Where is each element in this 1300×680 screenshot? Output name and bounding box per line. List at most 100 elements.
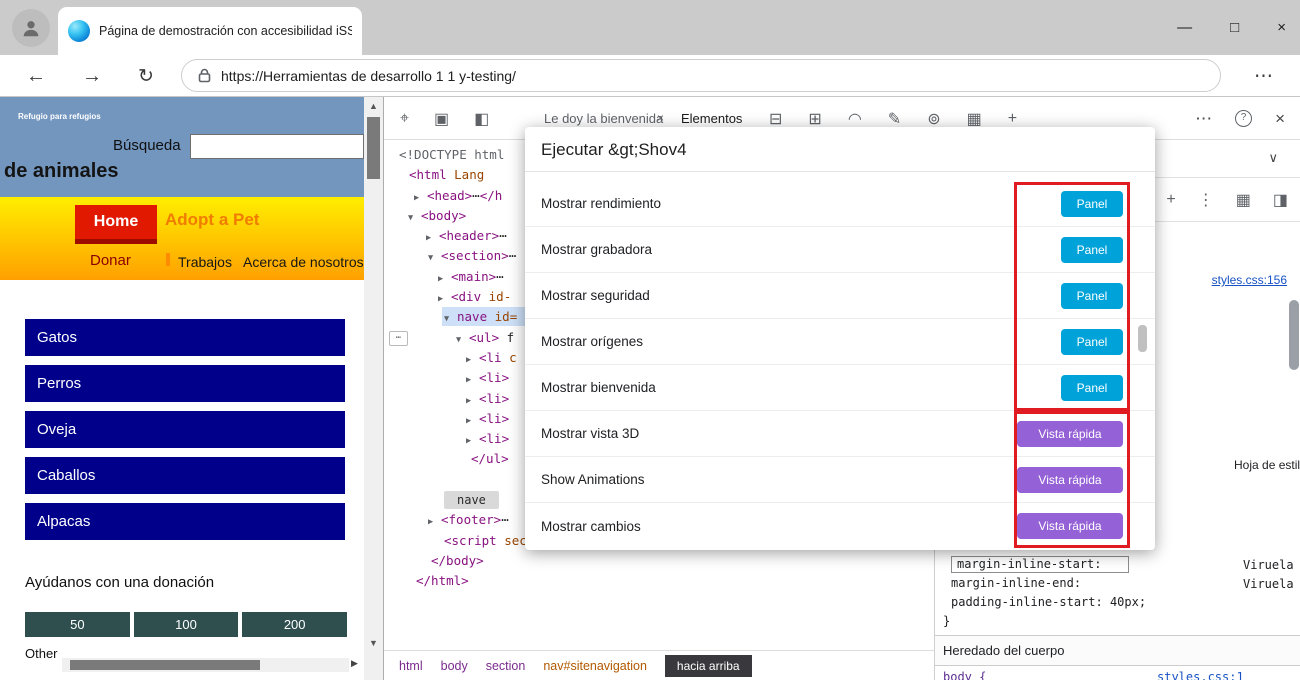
dock-side-icon[interactable]: ◧ bbox=[474, 109, 489, 129]
styles-scrollbar-thumb[interactable] bbox=[1289, 300, 1299, 370]
nav-jobs-link[interactable]: Trabajos bbox=[178, 254, 232, 270]
maximize-button[interactable]: □ bbox=[1230, 19, 1239, 36]
address-bar[interactable]: https://Herramientas de desarrollo 1 1 y… bbox=[181, 59, 1221, 92]
command-item[interactable]: Mostrar orígenes Panel bbox=[525, 319, 1155, 365]
quick-view-button[interactable]: Vista rápida bbox=[1017, 513, 1123, 539]
breadcrumb-item[interactable]: nav#sitenavigation bbox=[543, 659, 647, 673]
computed-sidebar-icon[interactable]: ◨ bbox=[1273, 190, 1288, 210]
collapsed-arrow-icon[interactable]: ▶ bbox=[466, 411, 479, 431]
command-item[interactable]: Mostrar rendimiento Panel bbox=[525, 181, 1155, 227]
css-property-row[interactable]: padding-inline-start: 40px; bbox=[943, 594, 1146, 613]
performance-icon[interactable]: ⊚ bbox=[927, 109, 940, 129]
css-property-value[interactable]: Viruela bbox=[1243, 557, 1294, 574]
panel-button[interactable]: Panel bbox=[1061, 328, 1123, 355]
css-property-name[interactable]: margin-inline-start: bbox=[951, 556, 1129, 573]
css-property-row[interactable]: } bbox=[943, 613, 1146, 632]
category-button[interactable]: Gatos bbox=[25, 319, 345, 356]
collapsed-arrow-icon[interactable]: ▶ bbox=[466, 431, 479, 451]
quick-view-button[interactable]: Vista rápida bbox=[1017, 466, 1123, 493]
paint-icon[interactable]: ✎ bbox=[888, 109, 901, 129]
css-property-name[interactable]: } bbox=[943, 614, 950, 628]
expanded-arrow-icon[interactable]: ▼ bbox=[444, 309, 457, 329]
expanded-arrow-icon[interactable]: ▼ bbox=[428, 248, 441, 268]
minimize-button[interactable]: — bbox=[1177, 19, 1192, 36]
issues-icon[interactable]: ⊞ bbox=[808, 109, 821, 129]
command-item[interactable]: Mostrar cambios Vista rápida bbox=[525, 503, 1155, 549]
palette-scrollbar-thumb[interactable] bbox=[1138, 325, 1147, 352]
pseudo-class-icon[interactable]: ⋮ bbox=[1198, 190, 1214, 210]
inspect-icon[interactable]: ⌖ bbox=[400, 110, 409, 128]
horizontal-scrollbar[interactable] bbox=[62, 658, 349, 672]
css-property-value[interactable]: Viruela bbox=[1243, 576, 1294, 593]
nav-home-link[interactable]: Home bbox=[75, 205, 157, 239]
browser-tab[interactable]: Página de demostración con accesibilidad… bbox=[58, 7, 362, 55]
console-icon[interactable]: ⊟ bbox=[769, 109, 782, 129]
nav-adopt-link[interactable]: Adopt a Pet bbox=[165, 210, 259, 230]
scroll-right-icon[interactable]: ▶ bbox=[351, 658, 358, 669]
scroll-up-icon[interactable]: ▲ bbox=[364, 101, 383, 111]
nav-about-link[interactable]: Acerca de nosotros bbox=[243, 254, 364, 270]
collapsed-arrow-icon[interactable]: ▶ bbox=[414, 188, 427, 208]
command-item[interactable]: Mostrar grabadora Panel bbox=[525, 227, 1155, 273]
collapsed-arrow-icon[interactable]: ▶ bbox=[466, 350, 479, 370]
dom-tree-line[interactable]: </body> bbox=[384, 551, 934, 571]
css-property-name[interactable]: padding-inline-start: 40px; bbox=[951, 595, 1146, 609]
collapsed-arrow-icon[interactable]: ▶ bbox=[438, 289, 451, 309]
profile-avatar[interactable] bbox=[12, 9, 50, 47]
stylesheet-link-body[interactable]: styles.css:1 bbox=[1157, 670, 1244, 680]
refresh-icon[interactable]: ↻ bbox=[138, 55, 154, 97]
category-button[interactable]: Alpacas bbox=[25, 503, 345, 540]
quick-view-button[interactable]: Vista rápida bbox=[1017, 420, 1123, 447]
close-button[interactable]: × bbox=[1277, 19, 1286, 36]
new-style-rule-icon[interactable]: + bbox=[1166, 191, 1175, 209]
command-item[interactable]: Mostrar bienvenida Panel bbox=[525, 365, 1155, 411]
chevron-down-icon[interactable]: ∨ bbox=[1268, 150, 1278, 166]
lock-icon[interactable] bbox=[198, 68, 211, 83]
browser-menu-icon[interactable]: ⋯ bbox=[1254, 55, 1273, 97]
collapsed-arrow-icon[interactable]: ▶ bbox=[466, 391, 479, 411]
grid-editor-icon[interactable]: ▦ bbox=[1236, 190, 1251, 210]
collapsed-arrow-icon[interactable]: ▶ bbox=[426, 228, 439, 248]
dom-more-icon[interactable]: ⋯ bbox=[389, 330, 408, 346]
command-item[interactable]: Show Animations Vista rápida bbox=[525, 457, 1155, 503]
network-icon[interactable]: ◠ bbox=[848, 109, 862, 129]
css-property-row[interactable]: margin-inline-end: Viruela bbox=[943, 575, 1294, 594]
scroll-down-icon[interactable]: ▼ bbox=[364, 638, 383, 648]
forward-icon[interactable]: → bbox=[82, 55, 102, 97]
devtools-close-icon[interactable]: × bbox=[1275, 109, 1285, 129]
stylesheet-link[interactable]: styles.css:156 bbox=[1212, 273, 1287, 287]
expanded-arrow-icon[interactable]: ▼ bbox=[456, 330, 469, 350]
css-property-row[interactable]: margin-inline-start: Viruela bbox=[943, 556, 1294, 575]
donation-button[interactable]: 200 bbox=[242, 612, 348, 637]
devtools-more-icon[interactable]: ⋯ bbox=[1195, 109, 1212, 129]
category-button[interactable]: Caballos bbox=[25, 457, 345, 494]
vscroll-thumb[interactable] bbox=[367, 117, 380, 179]
breadcrumb-item[interactable]: html bbox=[399, 659, 423, 673]
search-input[interactable] bbox=[190, 134, 364, 159]
collapsed-arrow-icon[interactable]: ▶ bbox=[438, 269, 451, 289]
layout-icon[interactable]: ▦ bbox=[967, 109, 982, 129]
category-button[interactable]: Perros bbox=[25, 365, 345, 402]
help-icon[interactable]: ? bbox=[1235, 110, 1253, 127]
panel-button[interactable]: Panel bbox=[1061, 236, 1123, 263]
panel-button[interactable]: Panel bbox=[1061, 282, 1123, 309]
donation-button[interactable]: 100 bbox=[133, 612, 239, 637]
breadcrumb-item[interactable]: section bbox=[486, 659, 526, 673]
dom-tree-line[interactable]: </html> bbox=[384, 571, 934, 591]
breadcrumb-item[interactable]: body bbox=[441, 659, 468, 673]
panel-button[interactable]: Panel bbox=[1061, 374, 1123, 401]
body-selector[interactable]: body { bbox=[943, 670, 986, 680]
vertical-scrollbar[interactable]: ▲ ▼ bbox=[364, 97, 383, 680]
collapsed-arrow-icon[interactable]: ▶ bbox=[466, 370, 479, 390]
expanded-arrow-icon[interactable]: ▼ bbox=[408, 208, 421, 228]
command-item[interactable]: Mostrar seguridad Panel bbox=[525, 273, 1155, 319]
donation-button[interactable]: 50 bbox=[25, 612, 130, 637]
css-property-name[interactable]: margin-inline-end: bbox=[951, 576, 1081, 590]
panel-button[interactable]: Panel bbox=[1061, 190, 1123, 217]
device-emulation-icon[interactable]: ▣ bbox=[434, 109, 449, 129]
back-icon[interactable]: ← bbox=[26, 55, 46, 97]
add-panel-icon[interactable]: + bbox=[1008, 110, 1017, 128]
hscroll-thumb[interactable] bbox=[70, 660, 260, 670]
collapsed-arrow-icon[interactable]: ▶ bbox=[428, 512, 441, 532]
category-button[interactable]: Oveja bbox=[25, 411, 345, 448]
